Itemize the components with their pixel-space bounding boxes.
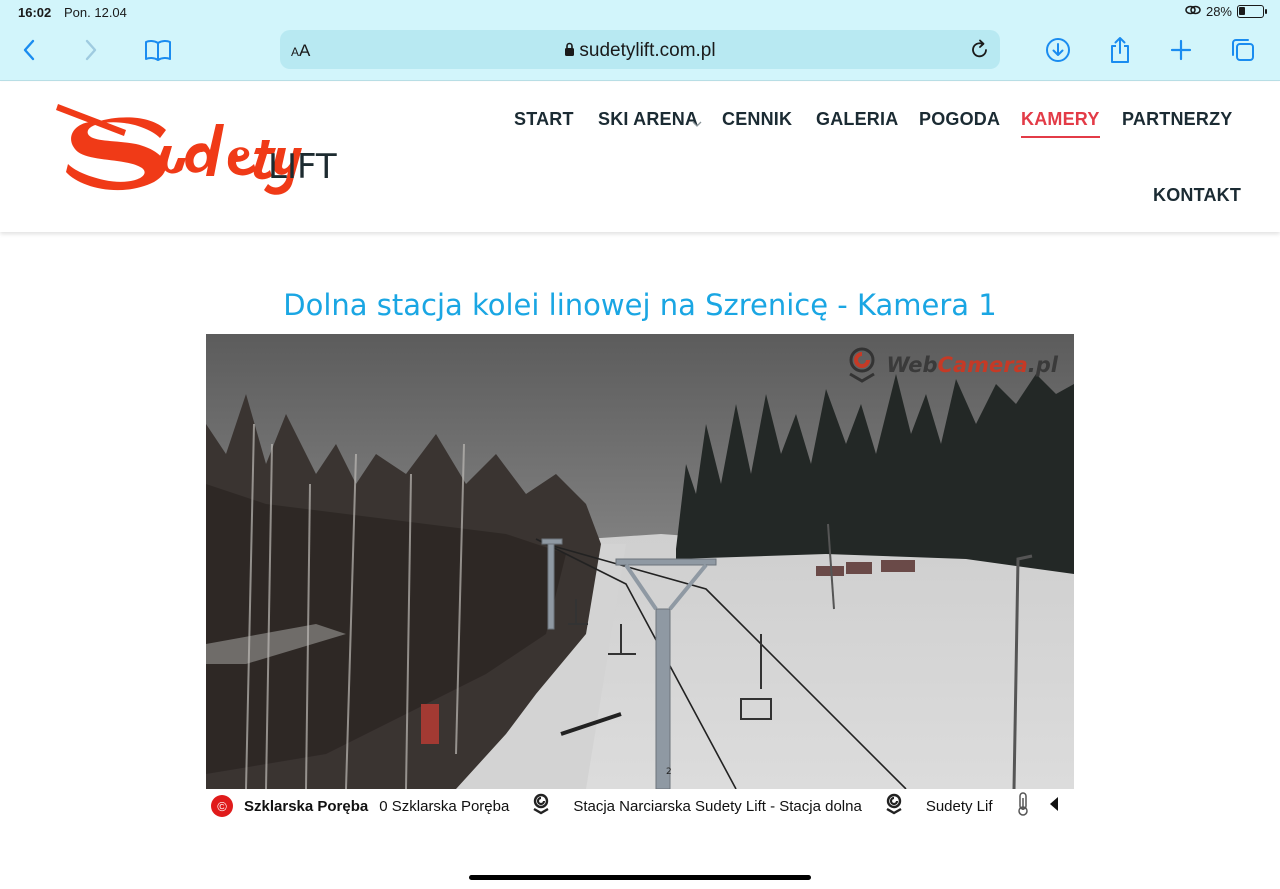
webcamera-logo-icon <box>849 347 876 383</box>
battery-level <box>1239 7 1245 15</box>
tabs-button[interactable] <box>1226 33 1260 67</box>
pole-number: 2 <box>666 767 672 777</box>
nav-galeria[interactable]: GALERIA <box>816 109 898 130</box>
record-icon: © <box>211 795 233 817</box>
ticker-item-1: 0 Szklarska Poręba <box>379 797 510 815</box>
chevron-down-icon[interactable] <box>692 115 702 133</box>
site-header: LIFT START SKI ARENA CENNIK GALERIA POGO… <box>0 82 1280 232</box>
status-indicators: 28% <box>1185 4 1267 19</box>
book-icon <box>145 39 171 61</box>
back-button[interactable] <box>12 33 46 67</box>
nav-ski-arena[interactable]: SKI ARENA <box>598 109 698 130</box>
forward-button[interactable] <box>74 33 108 67</box>
play-back-icon[interactable] <box>1048 796 1060 816</box>
battery-icon <box>1237 5 1267 18</box>
page-title: Dolna stacja kolei linowej na Szrenicę -… <box>283 288 997 322</box>
webcamera-small-icon <box>884 793 904 819</box>
nav-partnerzy[interactable]: PARTNERZY <box>1122 109 1232 130</box>
ticker-location: Szklarska Poręba <box>244 797 369 815</box>
webcamera-brand-text: WebCamera.pl <box>886 353 1058 377</box>
tabs-icon <box>1232 39 1254 61</box>
url-text: sudetylift.com.pl <box>579 40 716 61</box>
chevron-right-icon <box>85 39 97 61</box>
plus-icon <box>1170 39 1192 61</box>
lock-icon <box>565 42 575 56</box>
nav-kontakt[interactable]: KONTAKT <box>1153 185 1241 206</box>
reload-icon[interactable] <box>970 39 990 65</box>
ticker-item-2: Stacja Narciarska Sudety Lift - Stacja d… <box>573 797 862 815</box>
battery-percent: 28% <box>1205 4 1232 19</box>
main-nav: START SKI ARENA CENNIK GALERIA POGODA KA… <box>0 82 1280 232</box>
nav-start[interactable]: START <box>514 109 574 130</box>
webcamera-small-icon <box>531 793 551 819</box>
thermometer-icon <box>1016 792 1030 820</box>
chevron-left-icon <box>23 39 35 61</box>
downloads-button[interactable] <box>1041 33 1075 67</box>
camera-info-ticker: © Szklarska Poręba 0 Szklarska Poręba St… <box>206 789 1074 823</box>
address-bar[interactable]: AAAA sudetylift.com.pl <box>280 30 1000 69</box>
ticker-item-3: Sudety Lif <box>925 797 993 815</box>
status-date: Pon. 12.04 <box>64 5 127 20</box>
home-indicator[interactable] <box>469 875 811 880</box>
nav-kamery[interactable]: KAMERY <box>1021 109 1100 138</box>
nav-pogoda[interactable]: POGODA <box>919 109 1000 130</box>
webcam-scene: 2 <box>206 334 1074 789</box>
browser-toolbar: 16:02 Pon. 12.04 28% AAAA sudetylift.com… <box>0 0 1280 81</box>
webcamera-watermark: WebCamera.pl <box>844 346 1058 384</box>
link-icon <box>1185 4 1201 19</box>
share-icon <box>1111 37 1129 63</box>
webcam-image[interactable]: 2 WebCamera.pl <box>206 334 1074 789</box>
status-time: 16:02 <box>18 5 52 20</box>
nav-cennik[interactable]: CENNIK <box>722 109 792 130</box>
bookmarks-button[interactable] <box>141 33 175 67</box>
share-button[interactable] <box>1103 33 1137 67</box>
status-bar: 16:02 Pon. 12.04 28% <box>0 0 1280 26</box>
download-icon <box>1046 38 1070 62</box>
url-display[interactable]: sudetylift.com.pl <box>280 40 1000 62</box>
new-tab-button[interactable] <box>1164 33 1198 67</box>
